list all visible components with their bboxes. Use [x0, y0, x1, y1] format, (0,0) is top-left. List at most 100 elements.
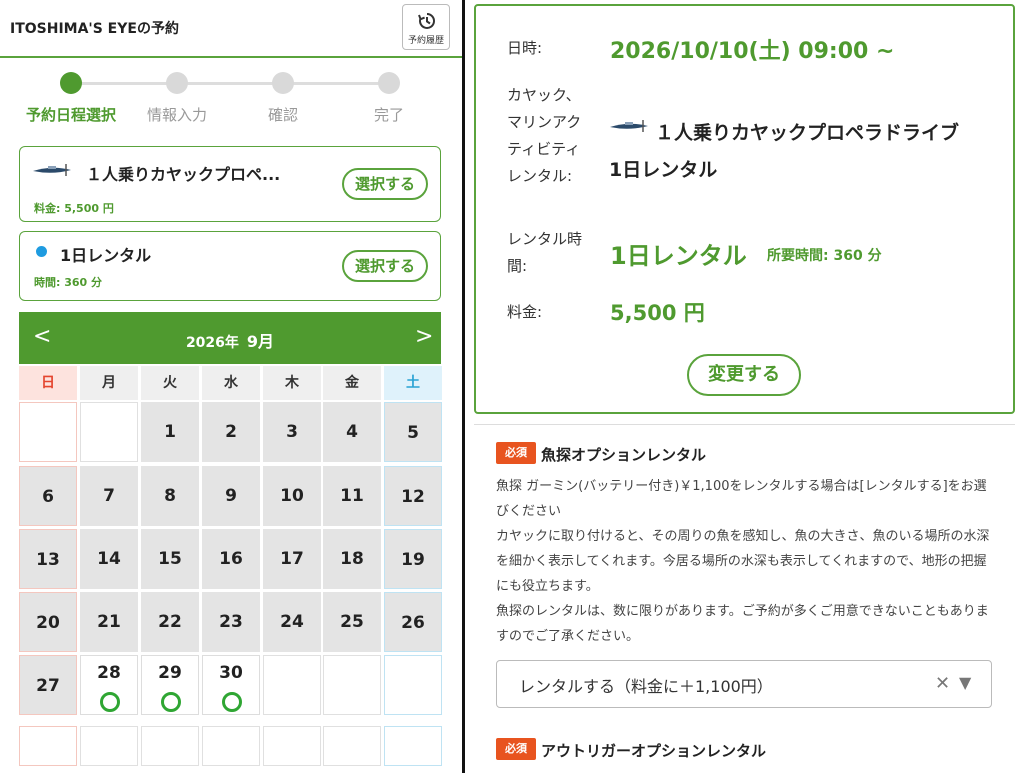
change-button[interactable]: 変更する [687, 354, 801, 396]
day-number: 7 [103, 486, 115, 506]
rental-option-select[interactable]: レンタルする（料金に＋1,100円） ✕ ▼ [496, 660, 992, 708]
calendar-day: 15 [141, 529, 199, 589]
booking-panel: ITOSHIMA'S EYEの予約 予約履歴 予約日程選択 情報入力 確認 完了… [0, 0, 462, 773]
day-number: 27 [36, 676, 60, 696]
calendar-day: 13 [19, 529, 77, 589]
calendar-day: 23 [202, 592, 260, 652]
day-number: 26 [401, 613, 425, 633]
day-number: 24 [280, 612, 304, 632]
history-label: 予約履歴 [407, 36, 444, 46]
calendar-empty-cell [80, 402, 138, 462]
day-number: 11 [340, 486, 364, 506]
calendar-empty-cell [19, 726, 77, 766]
next-month-button[interactable]: > [415, 324, 433, 349]
day-number: 4 [346, 422, 358, 442]
option-title: アウトリガーオプションレンタル [541, 742, 767, 760]
calendar-day[interactable]: 30 [202, 655, 260, 715]
calendar-day: 19 [384, 529, 442, 589]
calendar-empty-cell [323, 726, 381, 766]
rental-title: 1日レンタル [60, 246, 152, 265]
day-number: 15 [158, 549, 182, 569]
option-title: 魚探オプションレンタル [541, 446, 707, 464]
section-divider [474, 424, 1015, 425]
calendar-month: 9月 [246, 332, 275, 351]
calendar-empty-cell [263, 726, 321, 766]
step-3-dot [272, 72, 294, 94]
clear-icon[interactable]: ✕ [935, 673, 950, 694]
option-description: 魚探 ガーミン(バッテリー付き)￥1,100をレンタルする場合は[レンタルする]… [496, 474, 996, 649]
step-2-label: 情報入力 [146, 106, 207, 124]
step-2-dot [166, 72, 188, 94]
day-number: 6 [42, 487, 54, 507]
plan-price: 料金: 5,500 円 [34, 202, 114, 215]
step-4-label: 完了 [373, 106, 404, 124]
day-number: 2 [225, 422, 237, 442]
calendar-day: 22 [141, 592, 199, 652]
day-number: 30 [219, 663, 243, 683]
calendar-day: 9 [202, 466, 260, 526]
price-label: 料金: [507, 303, 543, 321]
step-1-label: 予約日程選択 [25, 106, 116, 124]
calendar-day: 24 [263, 592, 321, 652]
weekday-header: 金 [323, 366, 381, 400]
calendar-day: 21 [80, 592, 138, 652]
weekday-header: 土 [384, 366, 442, 400]
select-plan-button[interactable]: 選択する [342, 168, 428, 200]
calendar-day: 6 [19, 466, 77, 526]
rental-card: 1日レンタル 時間: 360 分 選択する [19, 231, 441, 301]
step-4-dot [378, 72, 400, 94]
weekday-header: 火 [141, 366, 199, 400]
calendar-day: 3 [263, 402, 321, 462]
required-badge: 必須 [496, 738, 536, 760]
day-number: 10 [280, 486, 304, 506]
weekday-header: 月 [80, 366, 138, 400]
step-1-dot [60, 72, 82, 94]
calendar-empty-cell [323, 655, 381, 715]
history-button[interactable]: 予約履歴 [402, 4, 450, 50]
calendar-day: 16 [202, 529, 260, 589]
weekday-header: 日 [19, 366, 77, 400]
datetime-value: 2026/10/10(土) 09:00 ~ [610, 39, 895, 64]
select-rental-button[interactable]: 選択する [342, 250, 428, 282]
datetime-label: 日時: [507, 39, 543, 57]
day-number: 3 [286, 422, 298, 442]
calendar-day: 27 [19, 655, 77, 715]
page-title: ITOSHIMA'S EYEの予約 [10, 21, 179, 37]
calendar-empty-cell [384, 655, 442, 715]
plan-title: １人乗りカヤックプロペ... [86, 165, 281, 184]
day-number: 8 [164, 486, 176, 506]
day-number: 23 [219, 612, 243, 632]
day-number: 1 [164, 422, 176, 442]
calendar-day[interactable]: 29 [141, 655, 199, 715]
weekday-header: 水 [202, 366, 260, 400]
header: ITOSHIMA'S EYEの予約 予約履歴 [0, 0, 462, 58]
calendar-day[interactable]: 28 [80, 655, 138, 715]
plan-label: カヤック、マリンアクティビティレンタル: [507, 86, 582, 185]
booking-summary [474, 4, 1015, 414]
day-number: 14 [97, 549, 121, 569]
calendar-day: 25 [323, 592, 381, 652]
day-number: 13 [36, 550, 60, 570]
calendar-day: 26 [384, 592, 442, 652]
day-number: 21 [97, 612, 121, 632]
day-number: 18 [340, 549, 364, 569]
day-number: 22 [158, 612, 182, 632]
rental-value: 1日レンタル [610, 242, 747, 270]
day-number: 25 [340, 612, 364, 632]
progress-line [71, 82, 389, 85]
kayak-icon [33, 164, 71, 176]
required-badge: 必須 [496, 442, 536, 464]
calendar-day: 4 [323, 402, 381, 462]
calendar-day: 12 [384, 466, 442, 526]
rental-duration: 時間: 360 分 [34, 276, 103, 289]
day-number: 28 [97, 663, 121, 683]
rental-option-value: レンタルする（料金に＋1,100円） [519, 677, 773, 696]
chevron-down-icon[interactable]: ▼ [959, 673, 971, 692]
rental-dot [36, 246, 47, 257]
day-number: 9 [225, 486, 237, 506]
history-icon [418, 13, 435, 29]
calendar-header: < 2026年 9月 > [19, 312, 441, 364]
summary-panel: 日時: 2026/10/10(土) 09:00 ~ カヤック、マリンアクティビテ… [465, 0, 1024, 773]
day-number: 16 [219, 549, 243, 569]
day-number: 17 [280, 549, 304, 569]
